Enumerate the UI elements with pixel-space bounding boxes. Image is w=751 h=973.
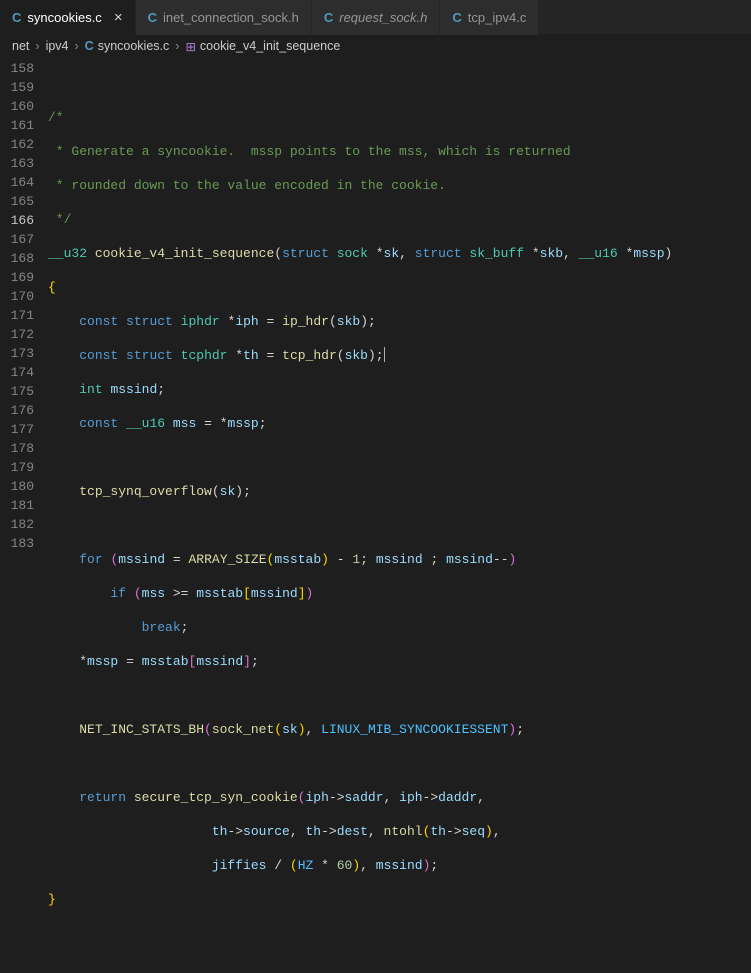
c-file-icon: C: [452, 10, 461, 25]
text-cursor: [384, 347, 385, 362]
line-number: 163: [0, 154, 34, 173]
line-number: 174: [0, 363, 34, 382]
line-number: 162: [0, 135, 34, 154]
line-number: 168: [0, 249, 34, 268]
breadcrumb-symbol[interactable]: cookie_v4_init_sequence: [200, 39, 340, 53]
line-number: 165: [0, 192, 34, 211]
c-file-icon: C: [324, 10, 333, 25]
function-icon: ⊞: [185, 39, 195, 54]
line-number: 182: [0, 515, 34, 534]
line-number: 173: [0, 344, 34, 363]
tab-inet-connection-sock[interactable]: C inet_connection_sock.h: [136, 0, 312, 35]
c-file-icon: C: [148, 10, 157, 25]
tab-label: syncookies.c: [27, 10, 101, 25]
tab-label: tcp_ipv4.c: [468, 10, 527, 25]
tab-label: request_sock.h: [339, 10, 427, 25]
line-number: 164: [0, 173, 34, 192]
line-number: 167: [0, 230, 34, 249]
line-number: 176: [0, 401, 34, 420]
tab-syncookies[interactable]: C syncookies.c ×: [0, 0, 136, 35]
line-number: 179: [0, 458, 34, 477]
line-number: 166: [0, 211, 34, 230]
breadcrumb-segment[interactable]: net: [12, 39, 29, 53]
tab-bar: C syncookies.c × C inet_connection_sock.…: [0, 0, 751, 35]
breadcrumb-segment[interactable]: ipv4: [46, 39, 69, 53]
tab-label: inet_connection_sock.h: [163, 10, 299, 25]
line-number-gutter: 1581591601611621631641651661671681691701…: [0, 57, 48, 548]
line-number: 169: [0, 268, 34, 287]
comment: */: [48, 212, 71, 227]
line-number: 160: [0, 97, 34, 116]
code-area[interactable]: /* * Generate a syncookie. mssp points t…: [48, 57, 751, 548]
line-number: 172: [0, 325, 34, 344]
line-number: 161: [0, 116, 34, 135]
line-number: 171: [0, 306, 34, 325]
breadcrumb-file[interactable]: syncookies.c: [98, 39, 170, 53]
line-number: 180: [0, 477, 34, 496]
comment: * rounded down to the value encoded in t…: [48, 178, 446, 193]
line-number: 158: [0, 59, 34, 78]
return-type: __u32: [48, 246, 87, 261]
chevron-right-icon: ›: [175, 39, 179, 53]
c-file-icon: C: [12, 10, 21, 25]
comment: /*: [48, 110, 64, 125]
tab-request-sock[interactable]: C request_sock.h: [312, 0, 441, 35]
comment: * Generate a syncookie. mssp points to t…: [48, 144, 571, 159]
breadcrumb[interactable]: net › ipv4 › C syncookies.c › ⊞ cookie_v…: [0, 35, 751, 57]
chevron-right-icon: ›: [75, 39, 79, 53]
line-number: 181: [0, 496, 34, 515]
editor[interactable]: 1581591601611621631641651661671681691701…: [0, 57, 751, 548]
c-file-icon: C: [85, 39, 94, 53]
line-number: 159: [0, 78, 34, 97]
line-number: 178: [0, 439, 34, 458]
line-number: 170: [0, 287, 34, 306]
line-number: 183: [0, 534, 34, 553]
close-icon[interactable]: ×: [114, 9, 123, 26]
line-number: 175: [0, 382, 34, 401]
tab-tcp-ipv4[interactable]: C tcp_ipv4.c: [440, 0, 539, 35]
chevron-right-icon: ›: [35, 39, 39, 53]
line-number: 177: [0, 420, 34, 439]
function-name: cookie_v4_init_sequence: [95, 246, 274, 261]
